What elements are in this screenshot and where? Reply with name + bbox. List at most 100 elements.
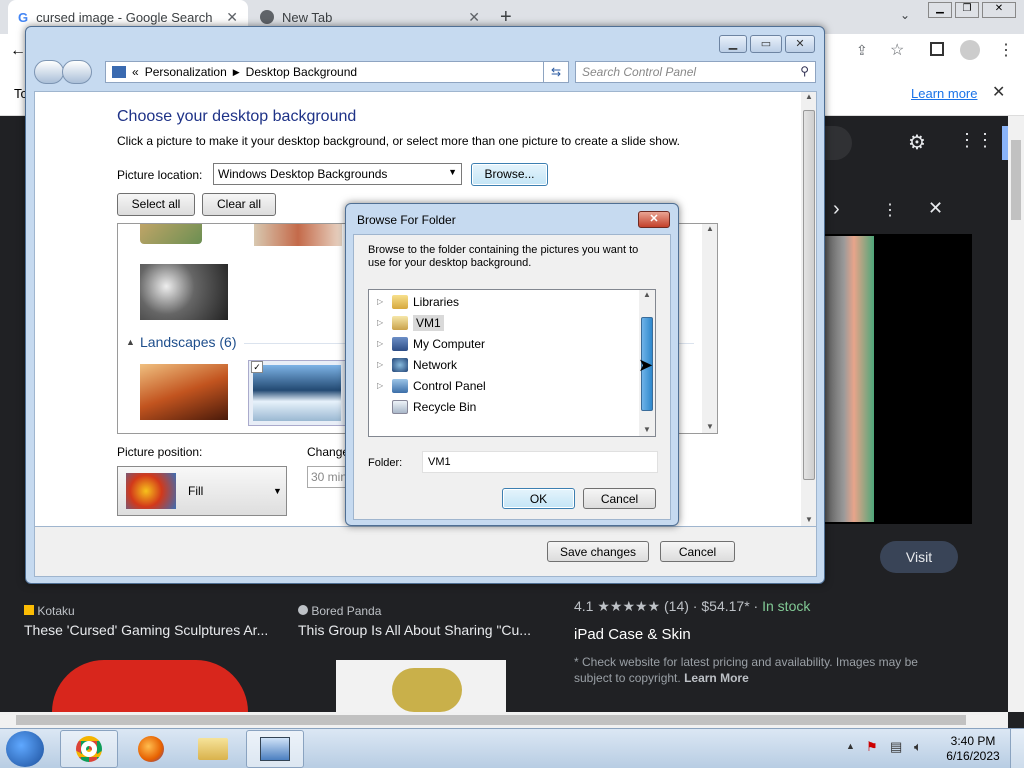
refresh-icon[interactable]: ⇆ <box>543 61 569 83</box>
result-thumbnail[interactable] <box>52 660 248 712</box>
tree-item-my-computer[interactable]: ▷ My Computer <box>377 333 485 354</box>
nav-back-arrow[interactable]: « <box>132 65 139 79</box>
restore-icon[interactable]: ❐ <box>955 2 979 18</box>
product-title[interactable]: iPad Case & Skin <box>574 626 691 643</box>
side-panel-icon[interactable] <box>930 42 944 56</box>
scroll-up-icon[interactable]: ▲ <box>639 290 655 299</box>
tree-item-network[interactable]: ▷ Network <box>377 354 457 375</box>
tree-item-vm1[interactable]: ▷ VM1 <box>377 312 444 333</box>
wallpaper-thumbnail[interactable] <box>254 224 342 246</box>
tree-item-libraries[interactable]: ▷ Libraries <box>377 291 459 312</box>
browse-button[interactable]: Browse... <box>471 163 548 186</box>
kotaku-favicon <box>24 605 34 615</box>
scrollbar-thumb[interactable] <box>803 110 815 480</box>
back-button[interactable] <box>34 60 64 84</box>
close-tab-icon[interactable]: ✕ <box>468 9 480 26</box>
scroll-down-icon[interactable]: ▼ <box>801 515 816 524</box>
rating-row: 4.1 ★★★★★ (14) · $54.17* · In stock <box>574 598 811 614</box>
learn-more-link[interactable]: Learn More <box>684 671 749 685</box>
menu-dots-icon[interactable]: ⋮ <box>998 40 1014 60</box>
back-icon[interactable]: ← <box>10 42 26 60</box>
ok-button[interactable]: OK <box>502 488 575 509</box>
share-icon[interactable]: ⇪ <box>856 42 868 59</box>
preview-image[interactable] <box>824 236 874 522</box>
volume-muted-icon[interactable]: 🔈︎ <box>914 739 922 755</box>
scrollbar-thumb[interactable] <box>1011 140 1021 220</box>
page-horizontal-scrollbar[interactable] <box>0 712 1008 728</box>
save-changes-button[interactable]: Save changes <box>547 541 649 562</box>
folder-field[interactable]: VM1 <box>422 451 658 473</box>
tree-item-control-panel[interactable]: ▷ Control Panel <box>377 375 486 396</box>
page-vertical-scrollbar[interactable] <box>1008 116 1024 712</box>
network-tray-icon[interactable]: ▤ <box>890 739 902 755</box>
wallpaper-thumbnail[interactable] <box>140 264 228 320</box>
select-all-button[interactable]: Select all <box>117 193 195 216</box>
search-placeholder: Search Control Panel <box>582 65 697 79</box>
cancel-button[interactable]: Cancel <box>583 488 656 509</box>
wallpaper-thumbnail[interactable] <box>140 364 228 420</box>
visit-button[interactable]: Visit <box>880 541 958 573</box>
action-center-icon[interactable]: ⚑ <box>866 739 878 755</box>
scroll-down-icon[interactable]: ▼ <box>702 422 717 431</box>
selected-thumbnail[interactable]: ✓ <box>248 360 346 426</box>
content-scrollbar[interactable]: ▲ ▼ <box>801 92 816 526</box>
close-icon[interactable]: ✕ <box>638 211 670 228</box>
close-preview-icon[interactable]: ✕ <box>928 198 943 219</box>
picture-list-scrollbar[interactable]: ▲ ▼ <box>702 224 717 433</box>
scroll-up-icon[interactable]: ▲ <box>702 224 717 233</box>
result-thumbnail[interactable] <box>336 660 506 712</box>
more-options-icon[interactable]: ⋮ <box>882 200 898 220</box>
control-panel-taskbar-button[interactable] <box>246 730 304 768</box>
scroll-down-icon[interactable]: ▼ <box>639 425 655 434</box>
scroll-up-icon[interactable]: ▲ <box>801 92 816 101</box>
close-icon[interactable]: ✕ <box>785 35 815 53</box>
maximize-icon[interactable]: ▭ <box>750 35 782 53</box>
expand-arrow-icon[interactable]: ▷ <box>377 360 387 369</box>
expand-arrow-icon[interactable]: ▷ <box>377 339 387 348</box>
close-window-icon[interactable]: ✕ <box>982 2 1016 18</box>
gear-icon[interactable]: ⚙ <box>908 130 926 155</box>
show-desktop-button[interactable] <box>1010 729 1024 768</box>
expand-arrow-icon[interactable]: ▷ <box>377 318 387 327</box>
breadcrumb-personalization[interactable]: Personalization <box>145 65 227 79</box>
scrollbar-thumb[interactable] <box>16 715 966 725</box>
collapse-group-icon[interactable]: ▲ <box>126 337 135 347</box>
rating-value: 4.1 <box>574 598 594 614</box>
expand-arrow-icon[interactable]: ▷ <box>377 297 387 306</box>
close-info-icon[interactable]: ✕ <box>992 82 1005 102</box>
result-title[interactable]: These 'Cursed' Gaming Sculptures Ar... <box>24 622 268 638</box>
breadcrumb-desktop-background[interactable]: Desktop Background <box>246 65 357 79</box>
bookmark-star-icon[interactable]: ☆ <box>890 40 904 60</box>
profile-avatar[interactable] <box>960 40 980 60</box>
apps-grid-icon[interactable]: ⋮⋮ <box>958 130 994 151</box>
tray-expand-icon[interactable]: ▲ <box>846 741 855 751</box>
clear-all-button[interactable]: Clear all <box>202 193 276 216</box>
wallpaper-thumbnail[interactable] <box>140 224 202 244</box>
selection-checkbox[interactable]: ✓ <box>251 361 263 373</box>
close-tab-icon[interactable]: ✕ <box>226 9 238 26</box>
explorer-taskbar-button[interactable] <box>184 730 242 768</box>
picture-position-select[interactable]: Fill ▼ <box>117 466 287 516</box>
chrome-taskbar-button[interactable] <box>60 730 118 768</box>
tree-label: Network <box>413 357 458 372</box>
clock[interactable]: 3:40 PM 6/16/2023 <box>944 734 1002 764</box>
search-icon[interactable]: ⚲ <box>800 64 809 78</box>
minimize-icon[interactable]: ▁ <box>928 2 952 18</box>
learn-more-link[interactable]: Learn more <box>911 86 977 101</box>
result-title[interactable]: This Group Is All About Sharing "Cu... <box>298 622 531 638</box>
dropdown-arrow-icon: ▼ <box>273 486 282 496</box>
forward-button[interactable] <box>62 60 92 84</box>
group-header[interactable]: Landscapes (6) <box>140 334 237 350</box>
minimize-icon[interactable]: ▁ <box>719 35 747 53</box>
picture-location-select[interactable]: Windows Desktop Backgrounds ▼ <box>213 163 462 185</box>
address-bar[interactable]: « Personalization ▶ Desktop Background ▼ <box>105 61 568 83</box>
folder-tree[interactable]: ▷ Libraries ▷ VM1 ▷ My Computer ▷ Networ… <box>368 289 656 437</box>
firefox-taskbar-button[interactable] <box>122 730 180 768</box>
tab-search-icon[interactable]: ⌄ <box>900 8 910 22</box>
cancel-button[interactable]: Cancel <box>660 541 735 562</box>
search-input[interactable]: Search Control Panel ⚲ <box>575 61 816 83</box>
expand-arrow-icon[interactable]: ▷ <box>377 381 387 390</box>
tree-item-recycle-bin[interactable]: Recycle Bin <box>377 396 476 417</box>
chevron-right-icon[interactable]: › <box>833 198 840 221</box>
start-button[interactable] <box>6 731 44 767</box>
